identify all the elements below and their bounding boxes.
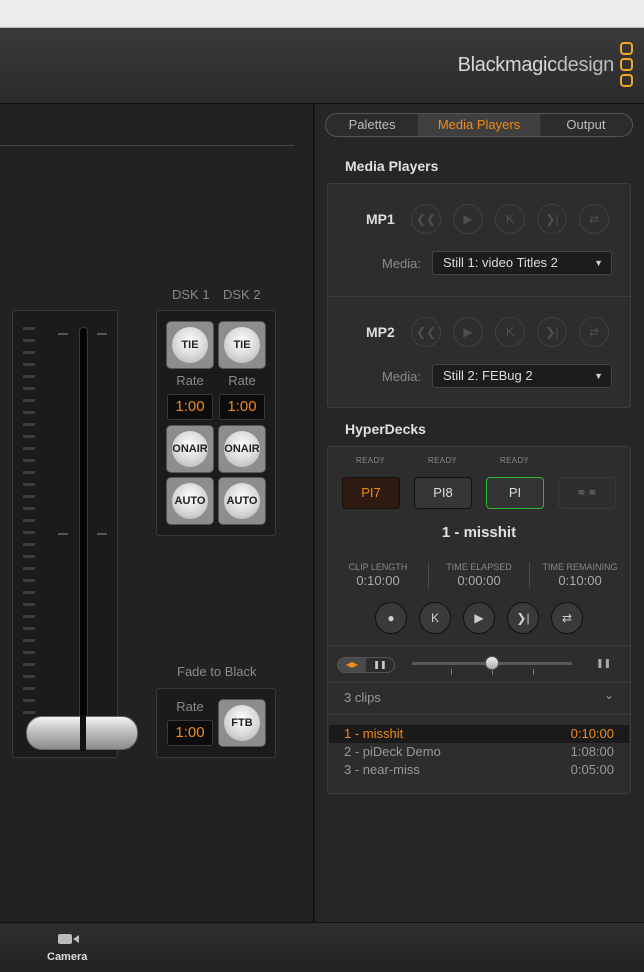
dsk1-rate-field[interactable]: 1:00	[167, 394, 213, 420]
time-remaining-label: TIME REMAINING	[542, 562, 618, 572]
play-icon[interactable]: ▶	[463, 602, 495, 634]
footer-bar	[0, 922, 644, 972]
tab-output[interactable]: Output	[540, 114, 632, 136]
mp1-label: MP1	[366, 211, 395, 227]
record-icon[interactable]: ●	[375, 602, 407, 634]
dsk2-auto-button[interactable]: AUTO	[218, 477, 266, 525]
caret-down-icon: ▼	[594, 371, 603, 381]
loop-icon[interactable]: ⇄	[579, 204, 609, 234]
pause-icon[interactable]: ❚❚	[596, 658, 611, 669]
dsk2-label: DSK 2	[223, 287, 261, 302]
dsk2-on-air-button[interactable]: ON AIR	[218, 425, 266, 473]
jog-icon[interactable]: ◀▶	[338, 658, 366, 672]
window-titlebar	[0, 0, 644, 28]
previous-icon[interactable]: K	[495, 204, 525, 234]
next-icon[interactable]: ❯|	[537, 204, 567, 234]
mp2-label: MP2	[366, 324, 395, 340]
play-icon[interactable]: ▶	[453, 204, 483, 234]
deck1-status: READY	[356, 456, 386, 465]
dsk2-rate-label: Rate	[228, 373, 256, 388]
divider	[529, 562, 530, 588]
app-header: Blackmagicdesign	[0, 28, 644, 104]
list-item[interactable]: 3 - near-miss 0:05:00	[329, 761, 629, 779]
tab-media-players[interactable]: Media Players	[419, 114, 540, 136]
dsk1-on-air-button[interactable]: ON AIR	[166, 425, 214, 473]
clip-length-label: CLIP LENGTH	[348, 562, 408, 572]
divider	[428, 562, 429, 588]
deck2-button[interactable]: PI8	[414, 477, 472, 509]
time-remaining-value: 0:10:00	[558, 573, 602, 588]
dsk1-label: DSK 1	[172, 287, 210, 302]
slider-mark	[58, 333, 68, 335]
slider-track	[79, 327, 88, 727]
deck3-button[interactable]: PI	[486, 477, 544, 509]
mp2-media-label: Media:	[382, 369, 422, 384]
deck1-button[interactable]: PI7	[342, 477, 400, 509]
camera-icon[interactable]	[58, 932, 80, 944]
clips-count[interactable]: 3 clips	[344, 690, 381, 705]
deck3-status: READY	[500, 456, 530, 465]
next-icon[interactable]: ❯|	[507, 602, 539, 634]
slider-tick	[451, 669, 452, 675]
divider	[327, 645, 631, 646]
dsk2-rate-field[interactable]: 1:00	[219, 394, 265, 420]
deck2-status: READY	[428, 456, 458, 465]
list-item[interactable]: 1 - misshit 0:10:00	[329, 725, 629, 743]
slider-tick	[533, 669, 534, 675]
ftb-button[interactable]: FTB	[218, 699, 266, 747]
chevron-down-icon[interactable]: ⌄	[604, 688, 614, 702]
next-icon[interactable]: ❯|	[537, 317, 567, 347]
tape-icon[interactable]: ⚭⚭	[558, 477, 616, 509]
jog-slider-knob[interactable]	[485, 656, 499, 670]
brand-wordmark: Blackmagicdesign	[457, 54, 615, 76]
play-icon[interactable]: ▶	[453, 317, 483, 347]
camera-tab-label[interactable]: Camera	[47, 951, 87, 963]
dsk1-tie-button[interactable]: TIE	[166, 321, 214, 369]
dsk1-rate-label: Rate	[176, 373, 204, 388]
rewind-icon[interactable]: ❮❮	[411, 204, 441, 234]
dsk2-tie-button[interactable]: TIE	[218, 321, 266, 369]
tab-palettes[interactable]: Palettes	[326, 114, 420, 136]
previous-icon[interactable]: K	[495, 317, 525, 347]
ftb-rate-label: Rate	[176, 699, 204, 714]
blackmagic-logo-icon	[620, 42, 636, 90]
media-players-title: Media Players	[345, 158, 439, 174]
clip-length-value: 0:10:00	[356, 573, 400, 588]
hyperdecks-title: HyperDecks	[345, 421, 426, 437]
loop-icon[interactable]: ⇄	[551, 602, 583, 634]
time-elapsed-value: 0:00:00	[457, 573, 501, 588]
divider	[327, 682, 631, 683]
mp2-media-select[interactable]: Still 2: FEBug 2 ▼	[432, 364, 612, 388]
dsk1-auto-button[interactable]: AUTO	[166, 477, 214, 525]
mp1-media-label: Media:	[382, 256, 422, 271]
palette-tabs: Palettes Media Players Output	[325, 113, 633, 137]
t-bar-handle[interactable]	[26, 715, 138, 751]
fade-to-black-label: Fade to Black	[177, 664, 257, 679]
ftb-rate-field[interactable]: 1:00	[167, 720, 213, 746]
divider	[327, 714, 631, 715]
transition-slider-panel	[12, 310, 118, 758]
divider	[327, 296, 631, 297]
caret-down-icon: ▼	[594, 258, 603, 268]
time-elapsed-label: TIME ELAPSED	[446, 562, 512, 572]
slider-mark	[97, 333, 107, 335]
previous-icon[interactable]: K	[419, 602, 451, 634]
loop-icon[interactable]: ⇄	[579, 317, 609, 347]
rewind-icon[interactable]: ❮❮	[411, 317, 441, 347]
list-item[interactable]: 2 - piDeck Demo 1:08:00	[329, 743, 629, 761]
current-clip-title: 1 - misshit	[441, 524, 517, 541]
slider-mark	[58, 533, 68, 535]
slider-mark	[97, 533, 107, 535]
jog-shuttle-toggle[interactable]: ◀▶ ❚❚	[337, 657, 395, 673]
divider	[0, 145, 294, 146]
mp1-media-select[interactable]: Still 1: video Titles 2 ▼	[432, 251, 612, 275]
pause-icon[interactable]: ❚❚	[366, 658, 394, 672]
slider-scale	[23, 327, 37, 723]
